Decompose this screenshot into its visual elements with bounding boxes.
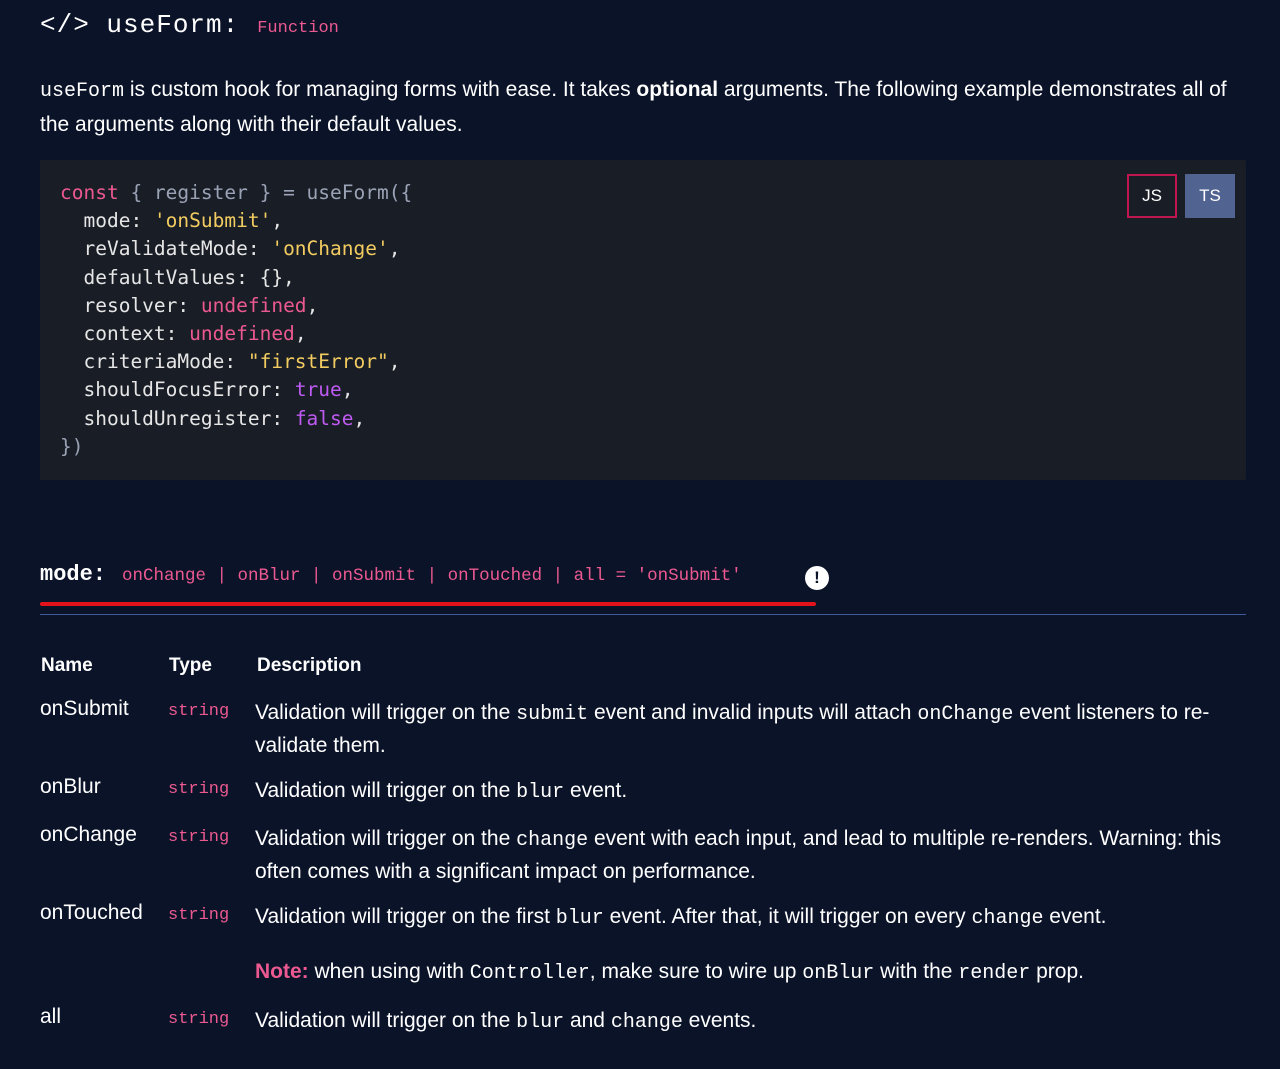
option-description: Validation will trigger on the blur and …: [255, 1005, 1245, 1038]
option-type: string: [168, 828, 230, 847]
desc-text: events.: [682, 1009, 757, 1032]
ts-toggle-button[interactable]: TS: [1185, 174, 1235, 218]
code-token: defaultValues: {},: [60, 265, 295, 289]
desc-code: onChange: [917, 703, 1014, 726]
page-title: </> useForm:: [40, 10, 240, 40]
heading-underline: [40, 602, 816, 606]
desc-text: Validation will trigger on the first: [255, 905, 556, 928]
option-name: onSubmit: [40, 697, 129, 720]
desc-text: event.: [1043, 905, 1107, 928]
option-type: string: [168, 906, 230, 925]
code-token: { register } = useForm({: [118, 181, 413, 204]
option-description: Validation will trigger on the blur even…: [255, 775, 1245, 808]
option-name: onTouched: [40, 901, 143, 924]
option-name: onBlur: [40, 775, 101, 798]
note-part: prop.: [1030, 960, 1084, 983]
code-token: 'onChange': [271, 237, 389, 261]
desc-text: Validation will trigger on the: [255, 779, 517, 802]
section-divider: [40, 614, 1246, 615]
note-part: with the: [874, 960, 959, 983]
code-token: reValidateMode:: [60, 237, 272, 261]
code-token: "firstError": [247, 350, 389, 374]
option-name: onChange: [40, 823, 137, 846]
function-badge: Function: [257, 19, 339, 38]
note-part: , make sure to wire up: [589, 960, 803, 983]
note-code: Controller: [469, 962, 590, 985]
desc-text: event and invalid inputs will attach: [588, 701, 918, 724]
desc-text: and: [564, 1009, 611, 1032]
desc-code: change: [971, 907, 1044, 930]
code-content[interactable]: const { register } = useForm({ mode: 'on…: [60, 179, 412, 461]
js-toggle-button[interactable]: JS: [1127, 174, 1177, 218]
note-code: render: [958, 962, 1031, 985]
desc-code: blur: [555, 907, 604, 930]
desc-code: change: [610, 1011, 683, 1034]
code-token: ,: [294, 322, 307, 346]
desc-text: Validation will trigger on the: [255, 827, 517, 850]
column-header-name: Name: [41, 655, 93, 676]
code-token: true: [294, 378, 342, 402]
note-code: onBlur: [802, 962, 875, 985]
code-token: ,: [271, 209, 284, 233]
note-part: when using with: [308, 960, 470, 983]
option-type: string: [168, 780, 230, 799]
code-token: ,: [353, 406, 366, 430]
intro-code: useForm: [40, 80, 125, 103]
code-token: }): [60, 434, 84, 458]
code-token: 'onSubmit': [153, 209, 272, 233]
code-example: const { register } = useForm({ mode: 'on…: [40, 160, 1246, 480]
desc-code: blur: [516, 781, 565, 804]
code-token: undefined: [200, 293, 307, 317]
intro-bold: optional: [636, 78, 719, 101]
desc-code: change: [516, 829, 589, 852]
mode-types: onChange | onBlur | onSubmit | onTouched…: [122, 566, 742, 586]
code-token: shouldFocusError:: [60, 378, 295, 402]
column-header-type: Type: [169, 655, 212, 676]
option-type: string: [168, 702, 230, 721]
option-description: Validation will trigger on the submit ev…: [255, 697, 1245, 761]
option-type: string: [168, 1010, 230, 1029]
mode-heading: mode: onChange | onBlur | onSubmit | onT…: [40, 562, 742, 598]
code-token: false: [294, 406, 354, 430]
option-description: Validation will trigger on the first blu…: [255, 901, 1245, 934]
desc-code: blur: [516, 1011, 565, 1034]
code-token: ,: [341, 378, 354, 402]
column-header-description: Description: [257, 655, 362, 676]
intro-paragraph: useForm is custom hook for managing form…: [40, 73, 1245, 141]
desc-text: Validation will trigger on the: [255, 701, 517, 724]
code-token: ,: [388, 350, 401, 374]
code-token: ,: [306, 293, 319, 317]
note-label: Note:: [255, 960, 309, 983]
page-header: </> useForm: Function: [40, 10, 339, 50]
code-token: mode:: [60, 209, 154, 233]
note-text: Note: when using with Controller, make s…: [255, 956, 1245, 989]
code-token: shouldUnregister:: [60, 406, 295, 430]
option-name: all: [40, 1005, 62, 1028]
desc-text: Validation will trigger on the: [255, 1009, 517, 1032]
code-token: ,: [388, 237, 401, 261]
code-token: undefined: [189, 322, 295, 346]
code-token: resolver:: [60, 293, 201, 317]
code-token: const: [60, 181, 119, 204]
desc-text: event. After that, it will trigger on ev…: [603, 905, 972, 928]
desc-code: submit: [516, 703, 589, 726]
warning-icon[interactable]: !: [805, 566, 829, 590]
option-description: Validation will trigger on the change ev…: [255, 823, 1245, 887]
desc-text: event.: [564, 779, 628, 802]
code-token: context:: [60, 322, 190, 346]
code-token: criteriaMode:: [60, 350, 248, 374]
mode-name: mode:: [40, 562, 107, 587]
intro-text-1: is custom hook for managing forms with e…: [124, 78, 637, 101]
